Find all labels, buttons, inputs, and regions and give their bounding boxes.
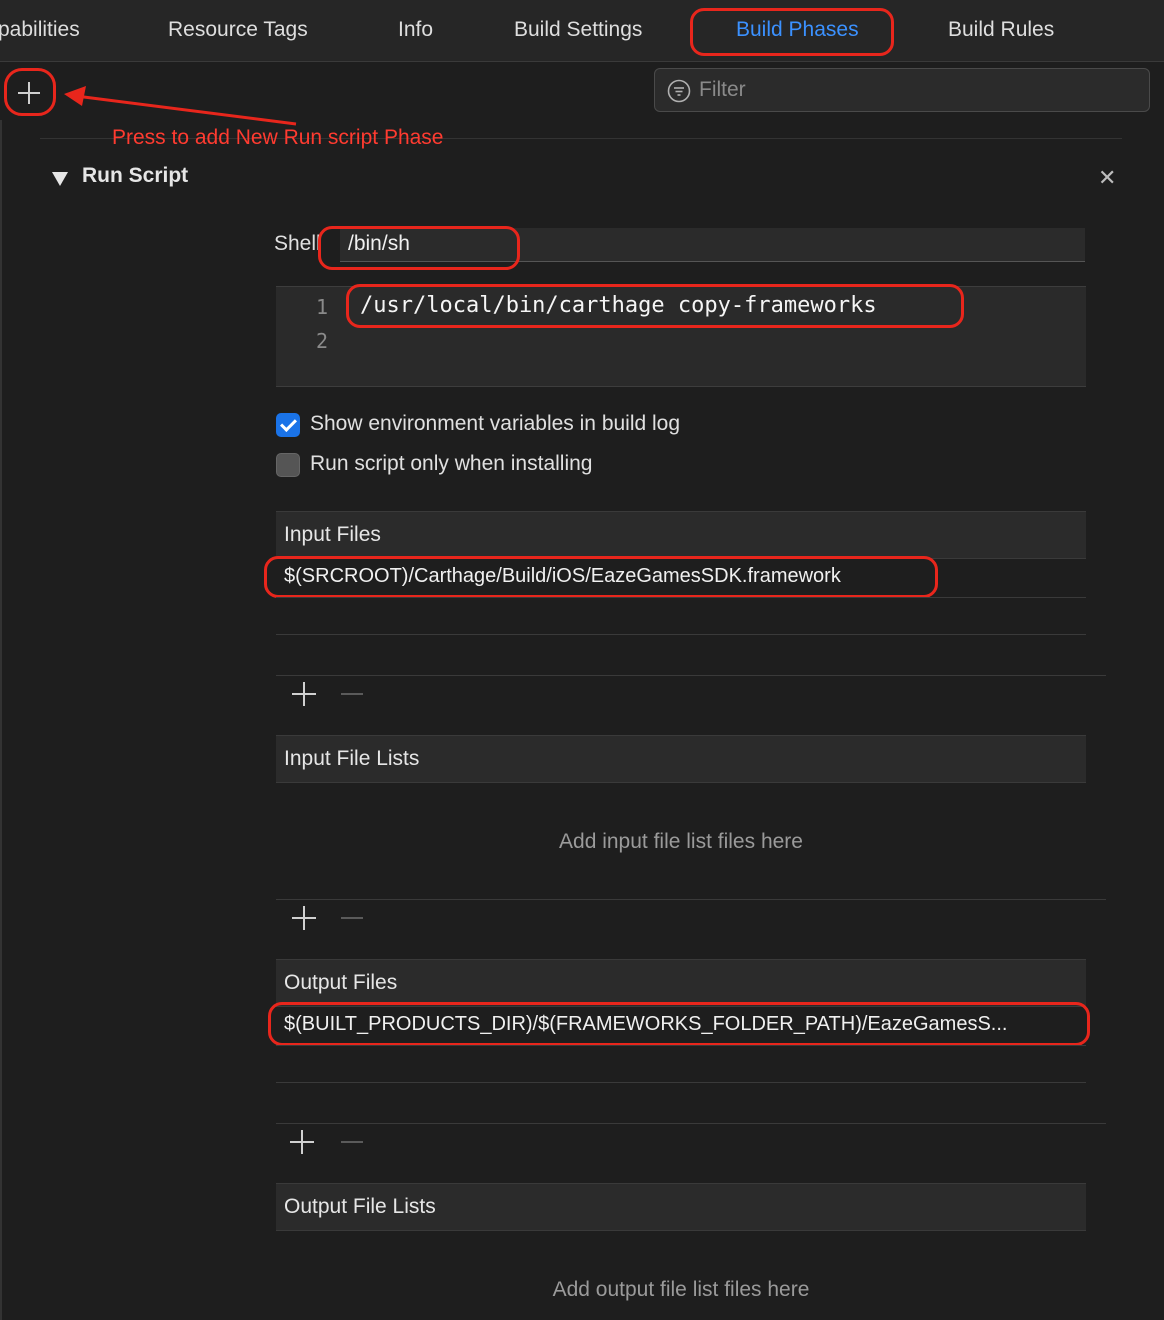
annotation-arrow xyxy=(64,86,297,126)
shell-label: Shell xyxy=(274,232,321,255)
phase-header: Run Script xyxy=(50,164,188,188)
row-divider xyxy=(276,597,1086,598)
script-line: /usr/local/bin/carthage copy-frameworks xyxy=(360,293,877,318)
input-file-lists-title: Input File Lists xyxy=(284,747,420,770)
tab-build-settings[interactable]: Build Settings xyxy=(514,14,642,46)
plus-icon[interactable] xyxy=(290,1130,314,1154)
install-only-label: Run script only when installing xyxy=(310,452,593,475)
tab-capabilities[interactable]: pabilities xyxy=(0,14,80,46)
output-file-lists-empty: Add output file list files here xyxy=(552,1278,810,1301)
minus-icon[interactable] xyxy=(341,917,363,919)
minus-icon[interactable] xyxy=(341,1141,363,1143)
line-number: 2 xyxy=(316,329,329,353)
row-divider xyxy=(276,1045,1086,1046)
input-files-header: Input Files xyxy=(276,511,1086,559)
show-env-checkbox[interactable] xyxy=(276,413,300,437)
input-files-title: Input Files xyxy=(284,523,381,546)
filter-field[interactable] xyxy=(654,68,1150,112)
divider xyxy=(276,899,1106,900)
output-file-item[interactable]: $(BUILT_PRODUCTS_DIR)/$(FRAMEWORKS_FOLDE… xyxy=(284,1013,1007,1036)
input-file-lists-empty: Add input file list files here xyxy=(559,830,803,853)
row-divider xyxy=(276,1082,1086,1083)
filter-input[interactable] xyxy=(699,75,1139,105)
tab-bar: pabilities Resource Tags Info Build Sett… xyxy=(0,0,1164,62)
row-divider xyxy=(276,634,1086,635)
output-files-title: Output Files xyxy=(284,971,398,994)
filter-icon xyxy=(667,79,691,103)
plus-icon[interactable] xyxy=(292,682,316,706)
script-editor[interactable]: 1 2 /usr/local/bin/carthage copy-framewo… xyxy=(276,286,1086,387)
tab-info[interactable]: Info xyxy=(398,14,433,46)
install-only-checkbox[interactable] xyxy=(276,453,300,477)
output-file-lists-title: Output File Lists xyxy=(284,1195,436,1218)
tab-build-rules[interactable]: Build Rules xyxy=(948,14,1054,46)
output-files-header: Output Files xyxy=(276,959,1086,1007)
output-file-lists-header: Output File Lists xyxy=(276,1183,1086,1231)
line-number: 1 xyxy=(316,295,329,319)
divider xyxy=(276,1123,1106,1124)
pane-edge xyxy=(0,120,2,1320)
close-icon[interactable]: ✕ xyxy=(1098,166,1116,190)
phase-title: Run Script xyxy=(82,164,189,187)
minus-icon[interactable] xyxy=(341,693,363,695)
input-file-item[interactable]: $(SRCROOT)/Carthage/Build/iOS/EazeGamesS… xyxy=(284,565,841,588)
shell-value: /bin/sh xyxy=(348,232,410,255)
show-env-label: Show environment variables in build log xyxy=(310,412,681,435)
divider xyxy=(276,675,1106,676)
add-phase-button[interactable] xyxy=(8,72,50,114)
input-file-lists-header: Input File Lists xyxy=(276,735,1086,783)
tab-build-phases[interactable]: Build Phases xyxy=(736,14,859,46)
plus-icon[interactable] xyxy=(292,906,316,930)
tab-resource-tags[interactable]: Resource Tags xyxy=(168,14,308,46)
shell-input[interactable]: /bin/sh xyxy=(340,228,1085,262)
annotation-text: Press to add New Run script Phase xyxy=(112,126,444,149)
